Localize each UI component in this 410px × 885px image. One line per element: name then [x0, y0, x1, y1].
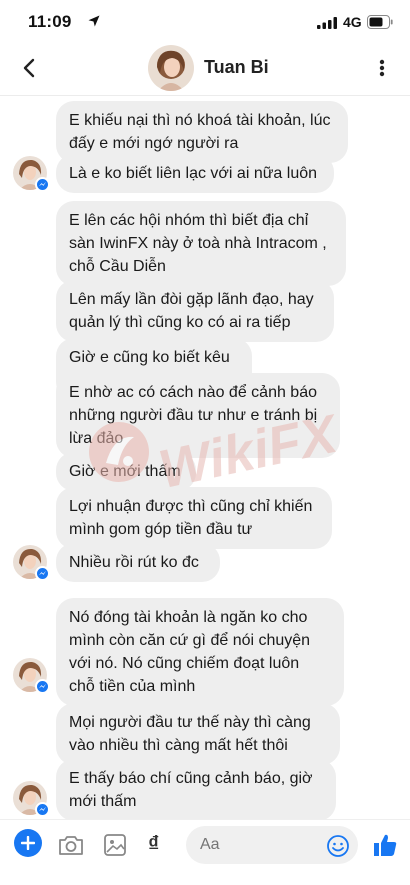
- message-composer: ₫: [0, 819, 410, 885]
- message-bubble[interactable]: Là e ko biết liên lạc với ai nữa luôn: [56, 154, 334, 193]
- message-bubble[interactable]: Mọi người đầu tư thế này thì càng vào nh…: [56, 703, 340, 765]
- back-chevron-icon[interactable]: [18, 54, 42, 82]
- thumbs-up-icon[interactable]: [371, 831, 399, 859]
- location-arrow-icon: [88, 15, 100, 27]
- contact-avatar[interactable]: [148, 45, 194, 91]
- message-bubble[interactable]: Lên mấy lần đòi gặp lãnh đạo, hay quản l…: [56, 280, 334, 342]
- message-bubble[interactable]: Lợi nhuận được thì cũng chỉ khiến mình g…: [56, 487, 332, 549]
- battery-icon: [367, 15, 393, 29]
- plus-icon: [21, 836, 35, 850]
- payment-dong-button[interactable]: ₫: [148, 831, 159, 857]
- sender-avatar[interactable]: [13, 781, 50, 817]
- image-icon: [104, 834, 126, 856]
- message-bubble[interactable]: E lên các hội nhóm thì biết địa chỉ sàn …: [56, 201, 346, 286]
- messenger-badge-icon: [35, 177, 50, 192]
- camera-button[interactable]: [56, 830, 86, 860]
- status-time: 11:09: [28, 12, 72, 31]
- status-bar: 11:09 4G: [0, 0, 410, 40]
- camera-icon: [59, 836, 83, 855]
- sender-avatar[interactable]: [13, 156, 50, 192]
- conversation-header: Tuan Bi: [0, 40, 410, 96]
- messenger-badge-icon: [35, 566, 50, 581]
- message-bubble[interactable]: Nó đóng tài khoản là ngăn ko cho mình cò…: [56, 598, 344, 706]
- gallery-button[interactable]: [100, 830, 130, 860]
- message-bubble[interactable]: Giờ e mới thấm: [56, 452, 196, 491]
- emoji-icon[interactable]: [326, 834, 350, 858]
- sender-avatar[interactable]: [13, 658, 50, 694]
- add-button[interactable]: [14, 829, 42, 857]
- messenger-badge-icon: [35, 679, 50, 694]
- message-bubble[interactable]: E nhờ ac có cách nào để cảnh báo những n…: [56, 373, 340, 458]
- message-bubble[interactable]: E thấy báo chí cũng cảnh báo, giờ mới th…: [56, 759, 336, 819]
- messenger-badge-icon: [35, 802, 50, 817]
- message-bubble[interactable]: Nhiều rồi rút ko đc: [56, 543, 220, 582]
- network-type: 4G: [343, 14, 362, 30]
- message-list[interactable]: E khiếu nại thì nó khoá tài khoản, lúc đ…: [0, 97, 410, 819]
- sender-avatar[interactable]: [13, 545, 50, 581]
- contact-name[interactable]: Tuan Bi: [204, 57, 269, 78]
- more-options-icon[interactable]: [372, 54, 392, 82]
- cellular-signal-icon: [317, 17, 337, 29]
